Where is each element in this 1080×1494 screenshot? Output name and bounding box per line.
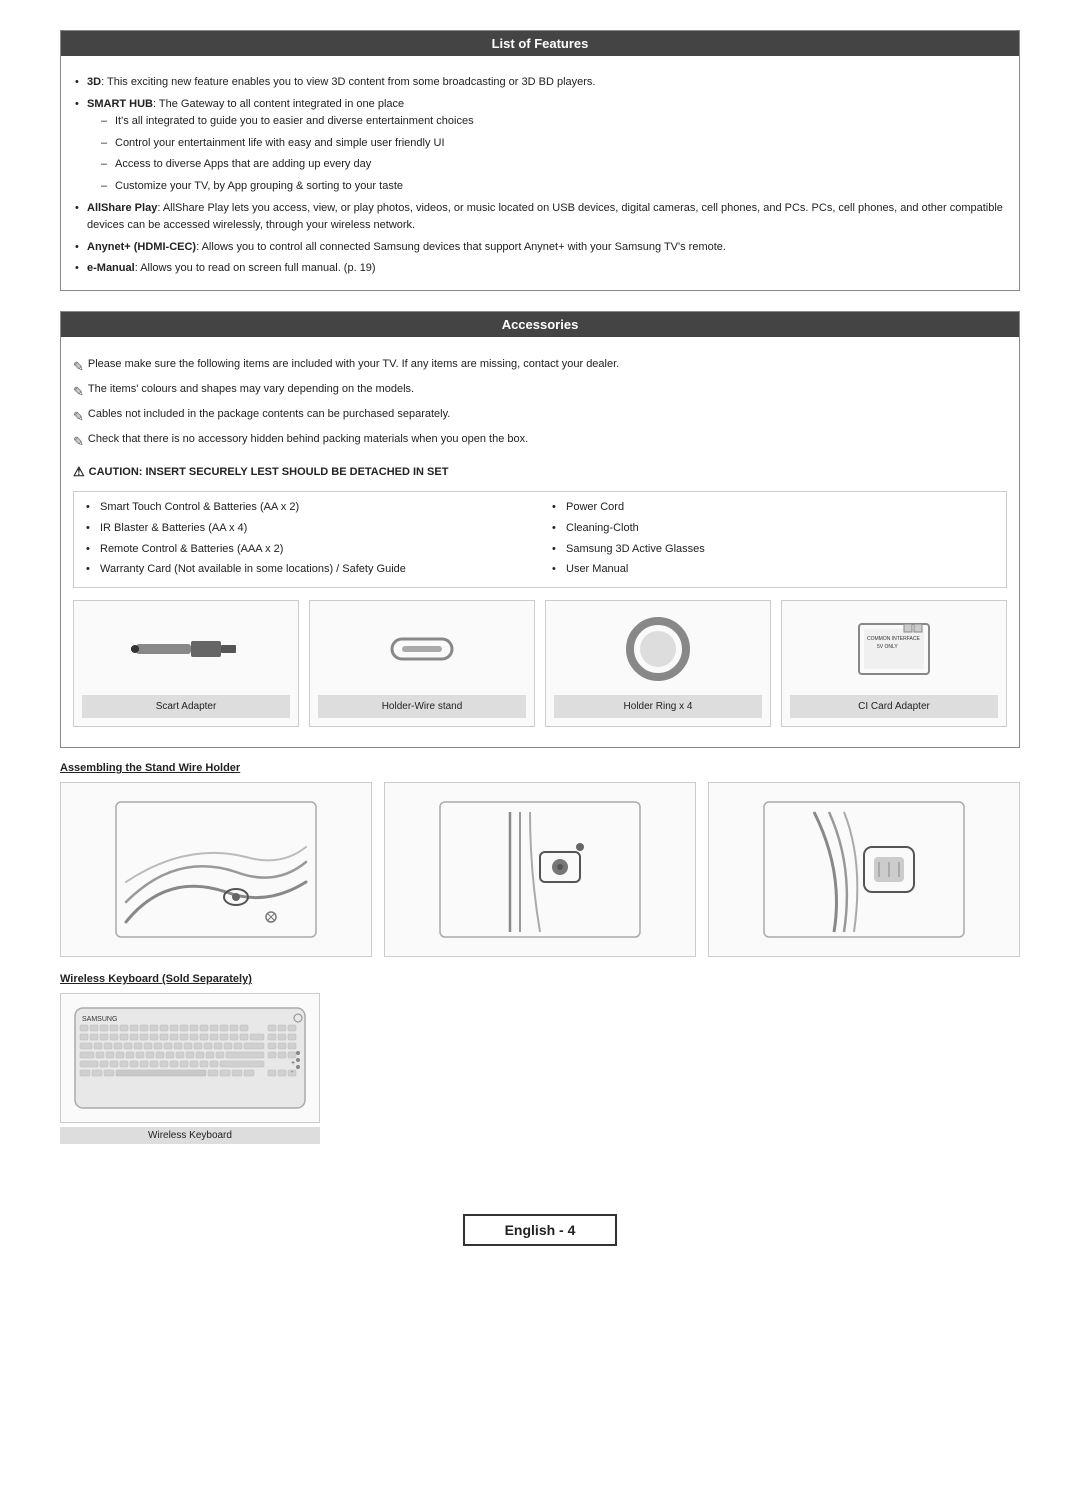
- accessories-header: Accessories: [61, 312, 1019, 337]
- note-text-4: Check that there is no accessory hidden …: [88, 430, 528, 449]
- acc-item-6: Cleaning-Cloth: [552, 519, 994, 538]
- product-holder-ring: Holder Ring x 4: [545, 600, 771, 727]
- wireless-keyboard-section: Wireless Keyboard (Sold Separately) SAMS…: [60, 973, 1020, 1144]
- footer-bar: English - 4: [60, 1204, 1020, 1246]
- svg-text:+: +: [291, 1060, 295, 1067]
- assembly-step-2-box: [384, 782, 696, 957]
- svg-text:5V ONLY: 5V ONLY: [877, 644, 898, 650]
- ci-card-label: CI Card Adapter: [790, 695, 998, 718]
- footer-english-text: English - 4: [463, 1214, 618, 1246]
- note-3: ✎ Cables not included in the package con…: [73, 405, 1007, 428]
- features-content: 3D: This exciting new feature enables yo…: [61, 66, 1019, 290]
- acc-item-8: User Manual: [552, 560, 994, 579]
- holder-wire-label: Holder-Wire stand: [318, 695, 526, 718]
- note-icon-4: ✎: [73, 431, 84, 453]
- scart-adapter-image: [82, 609, 290, 689]
- accessories-items-grid: Smart Touch Control & Batteries (AA x 2)…: [73, 491, 1007, 588]
- features-list: 3D: This exciting new feature enables yo…: [73, 74, 1007, 278]
- assembly-step-3-svg: [754, 792, 974, 947]
- smarthub-sub-3: Access to diverse Apps that are adding u…: [87, 156, 1007, 174]
- accessories-section: Accessories ✎ Please make sure the follo…: [60, 311, 1020, 748]
- assembly-step-1-box: [60, 782, 372, 957]
- ci-card-svg: COMMON INTERFACE 5V ONLY: [849, 614, 939, 684]
- scart-adapter-svg: [131, 619, 241, 679]
- note-text-2: The items' colours and shapes may vary d…: [88, 380, 414, 399]
- assembly-step-3-box: [708, 782, 1020, 957]
- note-icon-2: ✎: [73, 381, 84, 403]
- note-1: ✎ Please make sure the following items a…: [73, 355, 1007, 378]
- assembly-images-row: [60, 782, 1020, 957]
- note-4: ✎ Check that there is no accessory hidde…: [73, 430, 1007, 453]
- assembly-step-1-svg: [106, 792, 326, 947]
- wireless-keyboard-label: Wireless Keyboard: [60, 1127, 320, 1144]
- wireless-keyboard-image-box: SAMSUNG: [60, 993, 320, 1123]
- feature-item-3d: 3D: This exciting new feature enables yo…: [73, 74, 1007, 92]
- product-scart-adapter: Scart Adapter: [73, 600, 299, 727]
- acc-item-3: Remote Control & Batteries (AAA x 2): [86, 540, 528, 559]
- svg-text:SAMSUNG: SAMSUNG: [82, 1016, 117, 1023]
- wireless-keyboard-svg: SAMSUNG: [70, 1003, 310, 1113]
- note-text-1: Please make sure the following items are…: [88, 355, 619, 374]
- note-text-3: Cables not included in the package conte…: [88, 405, 450, 424]
- feature-item-anynet: Anynet+ (HDMI-CEC): Allows you to contro…: [73, 239, 1007, 257]
- accessories-content: ✎ Please make sure the following items a…: [61, 347, 1019, 747]
- holder-wire-svg: [382, 619, 462, 679]
- holder-ring-svg: [618, 614, 698, 684]
- acc-list-right: Power Cord Cleaning-Cloth Samsung 3D Act…: [552, 498, 994, 579]
- note-icon-1: ✎: [73, 356, 84, 378]
- caution-line: ⚠ CAUTION: INSERT SECURELY LEST SHOULD B…: [73, 461, 1007, 483]
- features-header: List of Features: [61, 31, 1019, 56]
- feature-item-smarthub: SMART HUB: The Gateway to all content in…: [73, 96, 1007, 196]
- acc-col-right: Power Cord Cleaning-Cloth Samsung 3D Act…: [540, 492, 1006, 587]
- assembly-section: Assembling the Stand Wire Holder: [60, 762, 1020, 957]
- ci-card-image: COMMON INTERFACE 5V ONLY: [790, 609, 998, 689]
- svg-text:COMMON INTERFACE: COMMON INTERFACE: [867, 636, 920, 642]
- holder-wire-image: [318, 609, 526, 689]
- page-content: List of Features 3D: This exciting new f…: [60, 30, 1020, 1246]
- caution-text: CAUTION: INSERT SECURELY LEST SHOULD BE …: [89, 463, 449, 482]
- smarthub-sublist: It's all integrated to guide you to easi…: [87, 113, 1007, 195]
- holder-ring-image: [554, 609, 762, 689]
- scart-adapter-label: Scart Adapter: [82, 695, 290, 718]
- acc-item-7: Samsung 3D Active Glasses: [552, 540, 994, 559]
- wireless-keyboard-title: Wireless Keyboard (Sold Separately): [60, 973, 1020, 985]
- feature-item-emanual: e-Manual: Allows you to read on screen f…: [73, 260, 1007, 278]
- acc-list-left: Smart Touch Control & Batteries (AA x 2)…: [86, 498, 528, 579]
- holder-ring-label: Holder Ring x 4: [554, 695, 762, 718]
- product-images-row: Scart Adapter Holder-Wire stand: [73, 600, 1007, 727]
- product-holder-wire: Holder-Wire stand: [309, 600, 535, 727]
- product-ci-card: COMMON INTERFACE 5V ONLY CI Card Adapter: [781, 600, 1007, 727]
- acc-col-left: Smart Touch Control & Batteries (AA x 2)…: [74, 492, 540, 587]
- smarthub-sub-4: Customize your TV, by App grouping & sor…: [87, 178, 1007, 196]
- smarthub-sub-1: It's all integrated to guide you to easi…: [87, 113, 1007, 131]
- assembly-title: Assembling the Stand Wire Holder: [60, 762, 1020, 774]
- acc-item-1: Smart Touch Control & Batteries (AA x 2): [86, 498, 528, 517]
- note-2: ✎ The items' colours and shapes may vary…: [73, 380, 1007, 403]
- feature-item-allshare: AllShare Play: AllShare Play lets you ac…: [73, 200, 1007, 235]
- acc-item-5: Power Cord: [552, 498, 994, 517]
- acc-item-4: Warranty Card (Not available in some loc…: [86, 560, 528, 579]
- features-section: List of Features 3D: This exciting new f…: [60, 30, 1020, 291]
- smarthub-sub-2: Control your entertainment life with eas…: [87, 135, 1007, 153]
- acc-item-2: IR Blaster & Batteries (AA x 4): [86, 519, 528, 538]
- assembly-step-2-svg: [430, 792, 650, 947]
- caution-icon: ⚠: [73, 461, 85, 483]
- note-icon-3: ✎: [73, 406, 84, 428]
